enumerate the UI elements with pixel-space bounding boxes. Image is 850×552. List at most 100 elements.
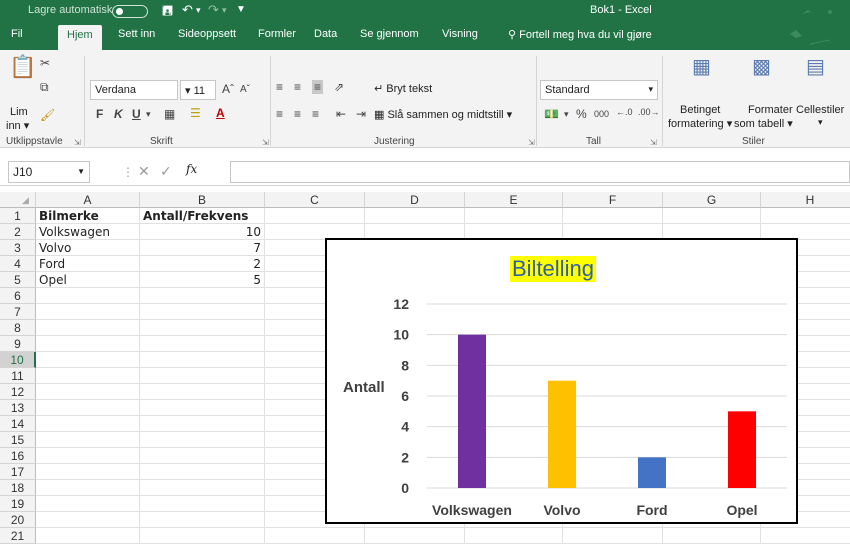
grid-cell[interactable]: [140, 496, 265, 512]
borders-icon[interactable]: ▦: [164, 107, 175, 121]
column-header-f[interactable]: F: [563, 192, 663, 208]
conditional-formatting-label[interactable]: Betinget: [680, 104, 720, 116]
grid-cell[interactable]: [140, 464, 265, 480]
underline-dropdown-icon[interactable]: ▾: [146, 109, 151, 120]
font-name-dropdown[interactable]: Verdana: [90, 80, 178, 100]
bar-chart[interactable]: Biltelling 0 2 4 6 8 10 12 Antall Volkswagen Volv…: [325, 238, 798, 524]
grid-cell[interactable]: [36, 480, 140, 496]
increase-decimal-icon[interactable]: ←.0: [616, 107, 633, 117]
number-launcher-icon[interactable]: ⇲: [650, 138, 657, 147]
decrease-indent-icon[interactable]: ⇤: [336, 107, 346, 121]
grid-cell[interactable]: [36, 384, 140, 400]
format-as-table-icon[interactable]: ▩: [752, 54, 771, 79]
grid-cell[interactable]: [365, 528, 465, 544]
tab-formulas[interactable]: Formler: [258, 28, 296, 40]
grid-cell[interactable]: [265, 528, 365, 544]
column-header-g[interactable]: G: [663, 192, 761, 208]
grid-cell[interactable]: [140, 304, 265, 320]
row-header-14[interactable]: 14: [0, 416, 36, 432]
row-header-18[interactable]: 18: [0, 480, 36, 496]
column-header-d[interactable]: D: [365, 192, 465, 208]
column-header-e[interactable]: E: [465, 192, 563, 208]
cell-styles-dropdown-icon[interactable]: ▾: [818, 117, 823, 128]
clipboard-launcher-icon[interactable]: ⇲: [74, 138, 81, 147]
grid-cell[interactable]: [36, 464, 140, 480]
cell-a2[interactable]: Volkswagen: [36, 224, 140, 240]
row-header-15[interactable]: 15: [0, 432, 36, 448]
column-header-c[interactable]: C: [265, 192, 365, 208]
grid-cell[interactable]: [36, 304, 140, 320]
font-size-dropdown[interactable]: ▾ 11: [180, 80, 216, 100]
conditional-formatting-label2[interactable]: formatering ▾: [668, 117, 732, 130]
grid-cell[interactable]: [761, 528, 850, 544]
grid-cell[interactable]: [563, 528, 663, 544]
font-color-icon[interactable]: A: [216, 106, 225, 120]
undo-dropdown-icon[interactable]: ▾: [196, 5, 201, 16]
orientation-icon[interactable]: ⇗: [334, 80, 344, 94]
tab-review[interactable]: Se gjennom: [360, 28, 419, 40]
grid-cell[interactable]: [140, 512, 265, 528]
format-painter-icon[interactable]: 🖌: [40, 108, 55, 122]
redo-dropdown-icon[interactable]: ▾: [222, 5, 227, 16]
increase-font-icon[interactable]: Aˆ: [222, 82, 234, 96]
cell-styles-label[interactable]: Cellestiler: [796, 104, 844, 116]
bar-ford[interactable]: [638, 457, 666, 488]
row-header-11[interactable]: 11: [0, 368, 36, 384]
grid-cell[interactable]: [36, 288, 140, 304]
cell-b4[interactable]: 2: [140, 256, 265, 272]
grid-cell[interactable]: [36, 432, 140, 448]
row-header-2[interactable]: 2: [0, 224, 36, 240]
bold-button[interactable]: F: [96, 107, 103, 121]
tab-data[interactable]: Data: [314, 28, 337, 40]
grid-cell[interactable]: [663, 528, 761, 544]
grid-cell[interactable]: [465, 208, 563, 224]
grid-cell[interactable]: [140, 432, 265, 448]
tab-insert[interactable]: Sett inn: [118, 28, 155, 40]
insert-function-button[interactable]: fx: [186, 162, 197, 176]
format-as-table-label2[interactable]: som tabell ▾: [734, 117, 793, 130]
grid-cell[interactable]: [140, 320, 265, 336]
row-header-21[interactable]: 21: [0, 528, 36, 544]
row-header-16[interactable]: 16: [0, 448, 36, 464]
row-header-20[interactable]: 20: [0, 512, 36, 528]
grid-cell[interactable]: [36, 336, 140, 352]
cancel-icon[interactable]: ✕: [138, 163, 150, 180]
undo-icon[interactable]: ↶: [182, 2, 193, 18]
merge-center-button[interactable]: ▦ Slå sammen og midtstill ▾: [374, 108, 512, 121]
autosave-toggle[interactable]: [112, 5, 148, 18]
cell-a1[interactable]: Bilmerke: [36, 208, 140, 224]
grid-cell[interactable]: [36, 512, 140, 528]
grid-cell[interactable]: [465, 528, 563, 544]
align-center-icon[interactable]: ≡: [294, 107, 301, 121]
cell-a5[interactable]: Opel: [36, 272, 140, 288]
currency-icon[interactable]: 💵: [544, 107, 559, 121]
formula-input[interactable]: [230, 161, 850, 183]
grid-cell[interactable]: [140, 368, 265, 384]
grid-cell[interactable]: [36, 448, 140, 464]
cell-b1[interactable]: Antall/Frekvens: [140, 208, 265, 224]
grid-cell[interactable]: [36, 416, 140, 432]
enter-icon[interactable]: ✓: [160, 163, 172, 180]
row-header-10[interactable]: 10: [0, 352, 36, 368]
grid-cell[interactable]: [140, 336, 265, 352]
redo-icon[interactable]: ↷: [208, 2, 219, 18]
select-all-corner[interactable]: ◢: [0, 192, 36, 208]
cell-styles-icon[interactable]: ▤: [806, 54, 825, 79]
row-header-19[interactable]: 19: [0, 496, 36, 512]
row-header-3[interactable]: 3: [0, 240, 36, 256]
grid-cell[interactable]: [36, 528, 140, 544]
tab-file[interactable]: Fil: [11, 28, 23, 40]
align-right-icon[interactable]: ≡: [312, 107, 319, 121]
grid-cell[interactable]: [140, 480, 265, 496]
bar-opel[interactable]: [728, 411, 756, 488]
row-header-6[interactable]: 6: [0, 288, 36, 304]
tab-view[interactable]: Visning: [442, 28, 478, 40]
column-header-h[interactable]: H: [761, 192, 850, 208]
format-as-table-label[interactable]: Formater: [748, 104, 793, 116]
column-header-b[interactable]: B: [140, 192, 265, 208]
grid-cell[interactable]: [140, 400, 265, 416]
tab-home[interactable]: Hjem: [58, 25, 102, 50]
wrap-text-button[interactable]: ↵ Bryt tekst: [374, 82, 432, 95]
grid-cell[interactable]: [36, 320, 140, 336]
align-left-icon[interactable]: ≡: [276, 107, 283, 121]
